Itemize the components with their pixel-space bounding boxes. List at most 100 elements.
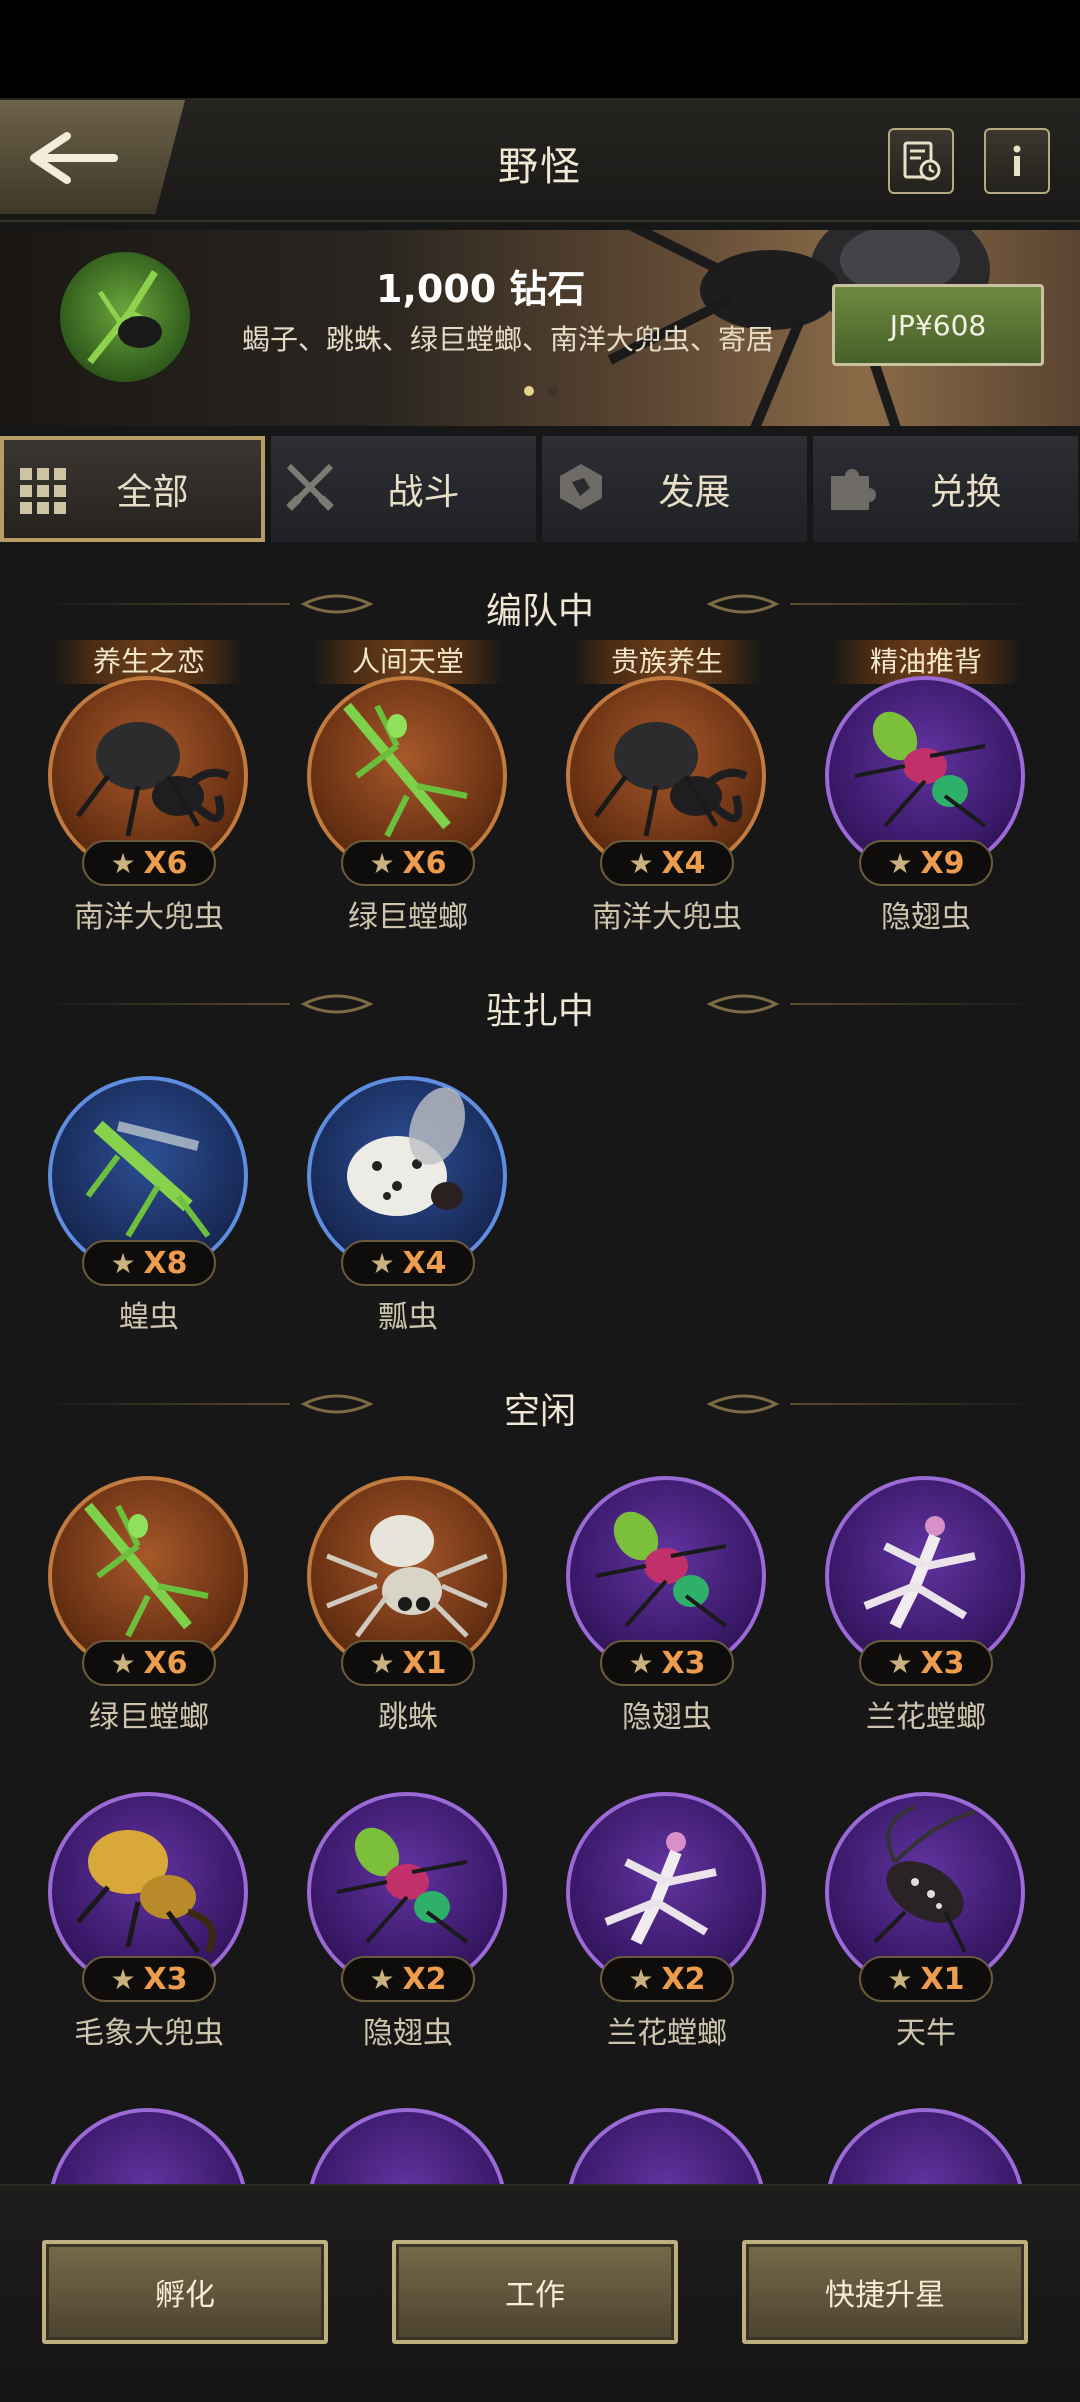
banner-description: 蝎子、跳蛛、绿巨螳螂、南洋大兜虫、寄居: [242, 323, 775, 356]
monster-name: 南洋大兜虫: [592, 900, 742, 935]
monster-card[interactable]: 人间天堂 ★ X6 绿巨螳螂: [293, 640, 523, 940]
banner-title: 1,000 钻石: [376, 267, 586, 311]
star-count: ★ X6: [82, 840, 216, 886]
rarity-circle: [307, 2108, 507, 2184]
monster-name: 天牛: [896, 2016, 956, 2051]
star-count: ★ X3: [82, 1956, 216, 2002]
monster-card[interactable]: [552, 2072, 782, 2184]
tab-exchange-label: 兑换: [929, 472, 1002, 513]
monster-card[interactable]: ★ X3 毛象大兜虫: [34, 1756, 264, 2056]
section-title-formation: 编队中: [485, 591, 594, 632]
star-count: ★ X4: [341, 1240, 475, 1286]
tab-exchange[interactable]: 兑换: [813, 436, 1078, 542]
star-count: ★ X6: [341, 840, 475, 886]
star-count: ★ X2: [600, 1956, 734, 2002]
status-bar: [0, 0, 1080, 98]
star-count: ★ X8: [82, 1240, 216, 1286]
jumping-spider-icon: [326, 1515, 489, 1638]
rhino-beetle-icon: [76, 722, 230, 837]
carousel-dot-active[interactable]: [524, 386, 534, 396]
monster-name: 隐翅虫: [363, 2016, 453, 2051]
section-header-stationed: 驻扎中: [0, 974, 1080, 1034]
info-button[interactable]: [984, 128, 1050, 194]
star-count: ★ X3: [600, 1640, 734, 1686]
leaf-ornament-icon: [706, 994, 780, 1014]
tab-battle[interactable]: 战斗: [271, 436, 536, 542]
tab-battle-label: 战斗: [387, 472, 460, 513]
star-count: ★ X6: [82, 1640, 216, 1686]
star-count: ★ X4: [600, 840, 734, 886]
divider-line: [790, 1403, 1040, 1405]
monster-card[interactable]: 贵族养生 ★ X4 南洋大兜虫: [552, 640, 782, 940]
monster-card[interactable]: ★ X2 隐翅虫: [293, 1756, 523, 2056]
rarity-circle: [566, 2108, 766, 2184]
monster-card[interactable]: ★ X8 蝗虫: [34, 1040, 264, 1340]
tab-develop-label: 发展: [658, 472, 731, 513]
tab-all[interactable]: 全部: [0, 436, 265, 542]
monster-name: 隐翅虫: [881, 900, 971, 935]
footer-bar: 孵化 工作 快捷升星: [0, 2184, 1080, 2402]
section-header-idle: 空闲: [0, 1374, 1080, 1434]
mantis-icon: [343, 702, 468, 838]
monster-name: 隐翅虫: [622, 1700, 712, 1735]
rarity-circle: [48, 2108, 248, 2184]
info-icon: [1013, 145, 1021, 176]
monster-name: 南洋大兜虫: [74, 900, 224, 935]
star-count: ★ X9: [859, 840, 993, 886]
history-button[interactable]: [888, 128, 954, 194]
star-count: ★ X1: [341, 1640, 475, 1686]
carousel-dot[interactable]: [548, 386, 558, 396]
star-count: ★ X1: [859, 1956, 993, 2002]
monster-name: 蝗虫: [119, 1300, 179, 1335]
monster-card[interactable]: ★ X3 兰花螳螂: [811, 1440, 1041, 1740]
history-icon: [903, 141, 941, 181]
monster-name: 跳蛛: [378, 1700, 438, 1735]
monster-card[interactable]: ★ X2 兰花螳螂: [552, 1756, 782, 2056]
leaf-ornament-icon: [706, 1394, 780, 1414]
header: 野怪: [0, 98, 1080, 222]
section-title-idle: 空闲: [503, 1391, 576, 1432]
monster-card[interactable]: ★ X1 跳蛛: [293, 1440, 523, 1740]
rarity-circle: [825, 2108, 1025, 2184]
quick-star-up-button[interactable]: 快捷升星: [742, 2240, 1028, 2344]
monster-name: 绿巨螳螂: [89, 1700, 209, 1735]
promo-banner[interactable]: 1,000 钻石 蝎子、跳蛛、绿巨螳螂、南洋大兜虫、寄居 JP¥608: [0, 230, 1080, 426]
monster-name: 毛象大兜虫: [74, 2016, 224, 2051]
tab-develop[interactable]: 发展: [542, 436, 807, 542]
orchid-mantis-icon: [604, 1832, 717, 1945]
mantis-icon: [84, 1502, 209, 1638]
monster-card[interactable]: ★ X4 瓢虫: [293, 1040, 523, 1340]
monster-name: 兰花螳螂: [607, 2016, 727, 2051]
monster-name: 绿巨螳螂: [348, 900, 468, 935]
rove-beetle-icon: [595, 1511, 728, 1628]
divider-line: [790, 1003, 1040, 1005]
star-count: ★ X2: [341, 1956, 475, 2002]
monster-name: 瓢虫: [378, 1300, 438, 1335]
section-title-stationed: 驻扎中: [485, 991, 594, 1032]
monster-card[interactable]: ★ X6 绿巨螳螂: [34, 1440, 264, 1740]
monster-card[interactable]: [811, 2072, 1041, 2184]
work-button[interactable]: 工作: [392, 2240, 678, 2344]
rhino-beetle-icon: [594, 722, 748, 837]
grasshopper-icon: [85, 1120, 211, 1238]
rove-beetle-icon: [336, 1827, 469, 1944]
monster-card[interactable]: [34, 2072, 264, 2184]
hatch-button[interactable]: 孵化: [42, 2240, 328, 2344]
divider-line: [790, 603, 1040, 605]
elephant-beetle-icon: [76, 1830, 216, 1954]
tab-all-label: 全部: [116, 472, 189, 513]
category-tabs: 全部 战斗 发展 兑换: [0, 436, 1080, 546]
section-header-formation: 编队中: [0, 574, 1080, 634]
ladybug-icon: [347, 1087, 466, 1216]
rove-beetle-icon: [854, 711, 987, 828]
monster-card[interactable]: ★ X3 隐翅虫: [552, 1440, 782, 1740]
buy-price-button[interactable]: JP¥608: [832, 284, 1044, 366]
monster-card[interactable]: ★ X1 天牛: [811, 1756, 1041, 2056]
leaf-ornament-icon: [706, 594, 780, 614]
monster-card[interactable]: 养生之恋 ★ X6 南洋大兜虫: [34, 640, 264, 940]
orchid-mantis-icon: [863, 1516, 976, 1629]
monster-card[interactable]: [293, 2072, 523, 2184]
banner-thumbnail: [60, 252, 190, 382]
monster-name: 兰花螳螂: [866, 1700, 986, 1735]
monster-card[interactable]: 精油推背 ★ X9 隐翅虫: [811, 640, 1041, 940]
